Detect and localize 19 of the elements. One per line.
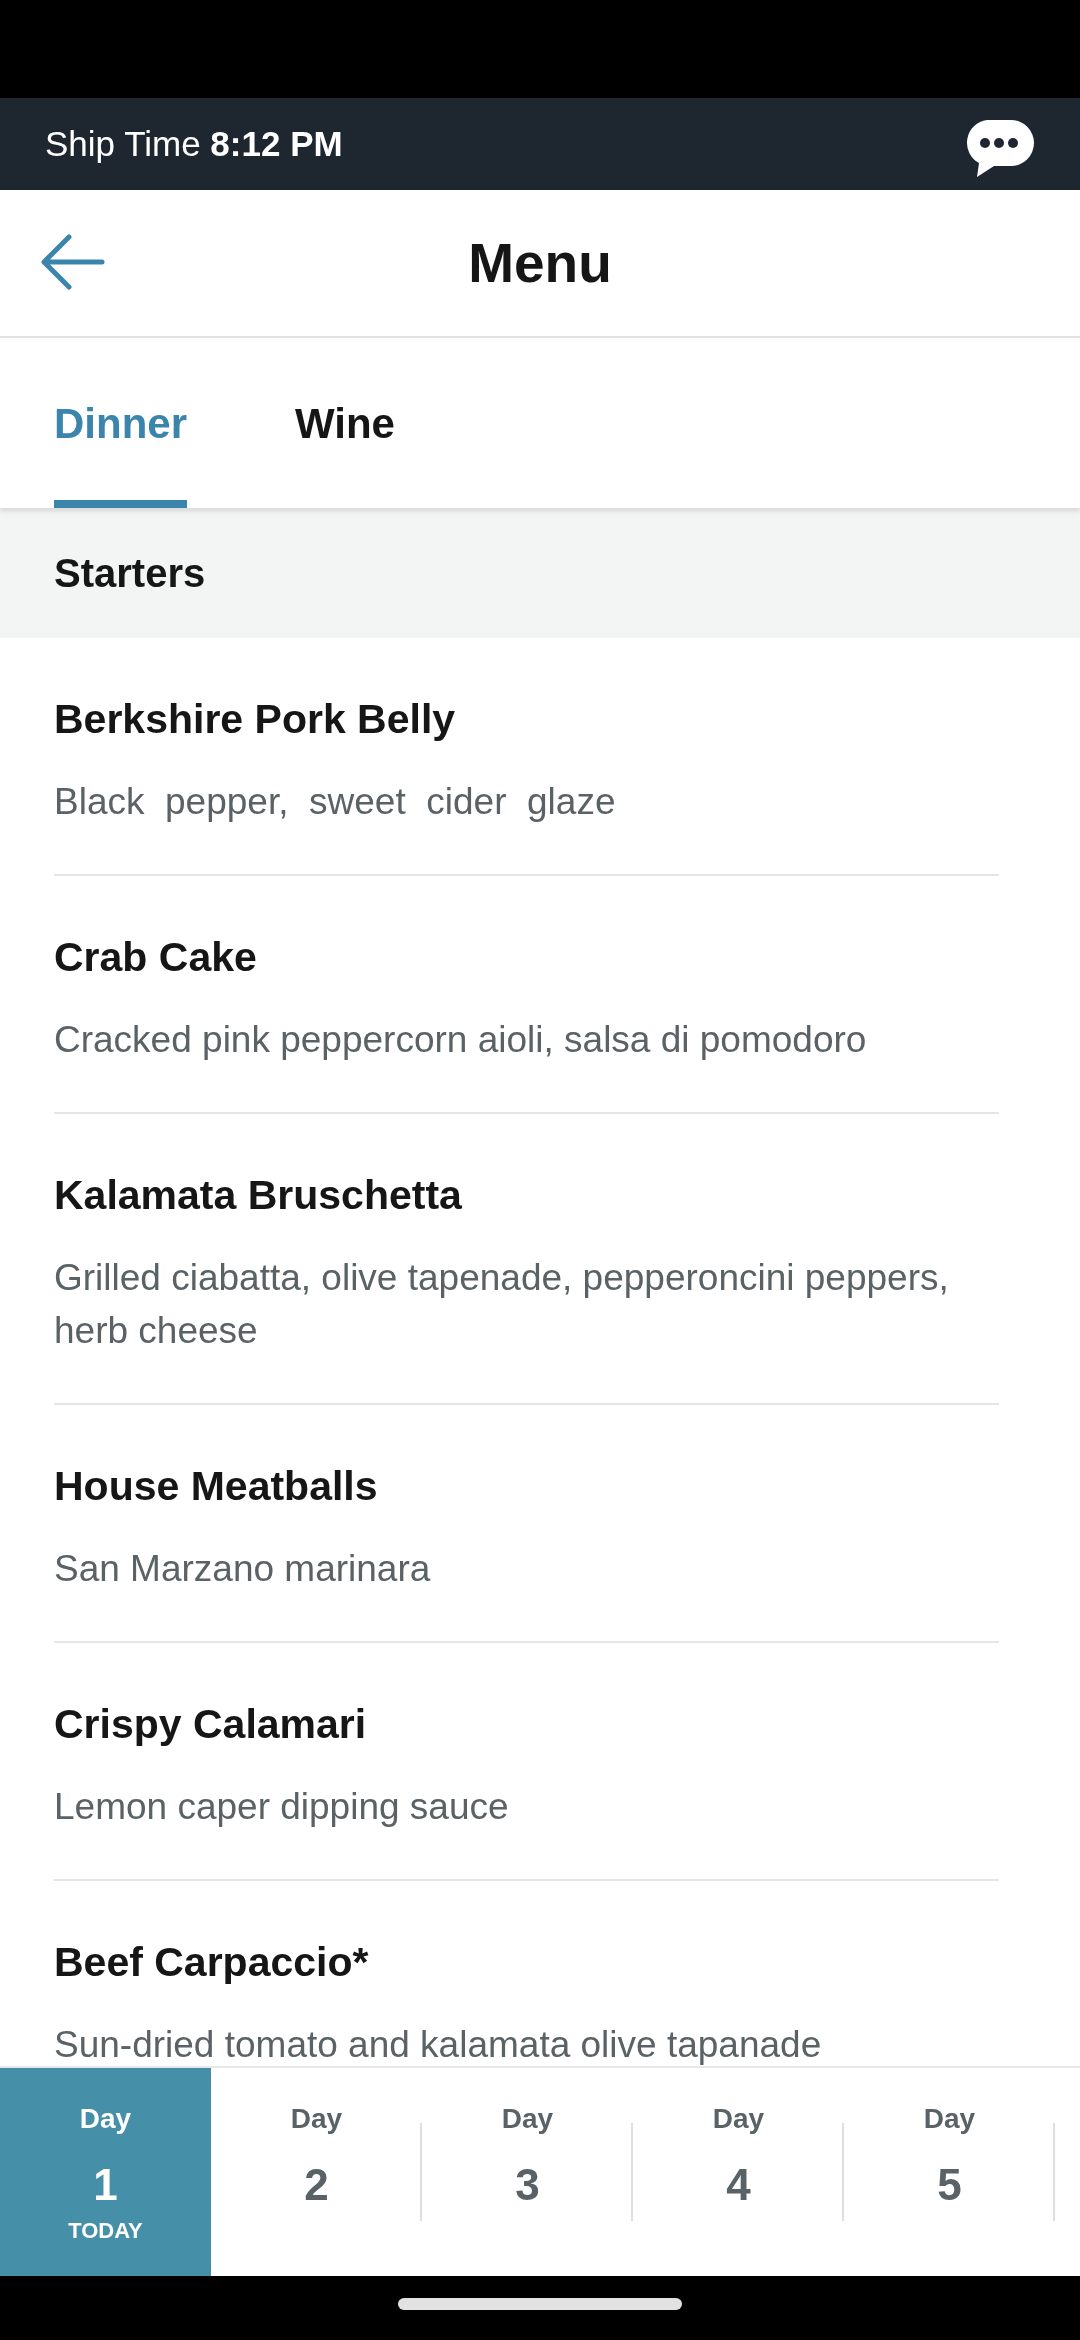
dish-name: Crispy Calamari bbox=[54, 1700, 368, 1749]
dish-description: Lemon caper dipping sauce bbox=[54, 1785, 510, 1829]
dish-description: Cracked pink peppercorn aioli, salsa di pomodoro bbox=[54, 1018, 868, 1062]
section-header: Starters bbox=[0, 508, 1080, 638]
dish-name: Berkshire Pork Belly bbox=[54, 695, 457, 744]
chat-bubble-icon[interactable] bbox=[964, 119, 1034, 177]
back-arrow-icon[interactable] bbox=[41, 234, 105, 290]
dish-description: San Marzano marinara bbox=[54, 1547, 432, 1591]
tab[interactable]: Wine bbox=[295, 338, 395, 508]
dish-name: House Meatballs bbox=[54, 1462, 379, 1511]
dish-name: Kalamata Bruschetta bbox=[54, 1171, 463, 1220]
dish-description: Sun-dried tomato and kalamata olive tapanade bbox=[54, 2023, 823, 2066]
ship-time: Ship Time 8:12 PM bbox=[45, 123, 343, 165]
dish-description: Grilled ciabatta, olive tapenade, pepperoncini peppers, herb cheese bbox=[54, 1256, 950, 1353]
dish-description: Black pepper, sweet cider glaze bbox=[54, 780, 617, 824]
dish-name: Crab Cake bbox=[54, 933, 258, 982]
page-title: Menu bbox=[468, 231, 612, 295]
dish-name: Beef Carpaccio* bbox=[54, 1938, 370, 1987]
day-tab[interactable]: Day 1 TODAY bbox=[0, 2068, 211, 2276]
